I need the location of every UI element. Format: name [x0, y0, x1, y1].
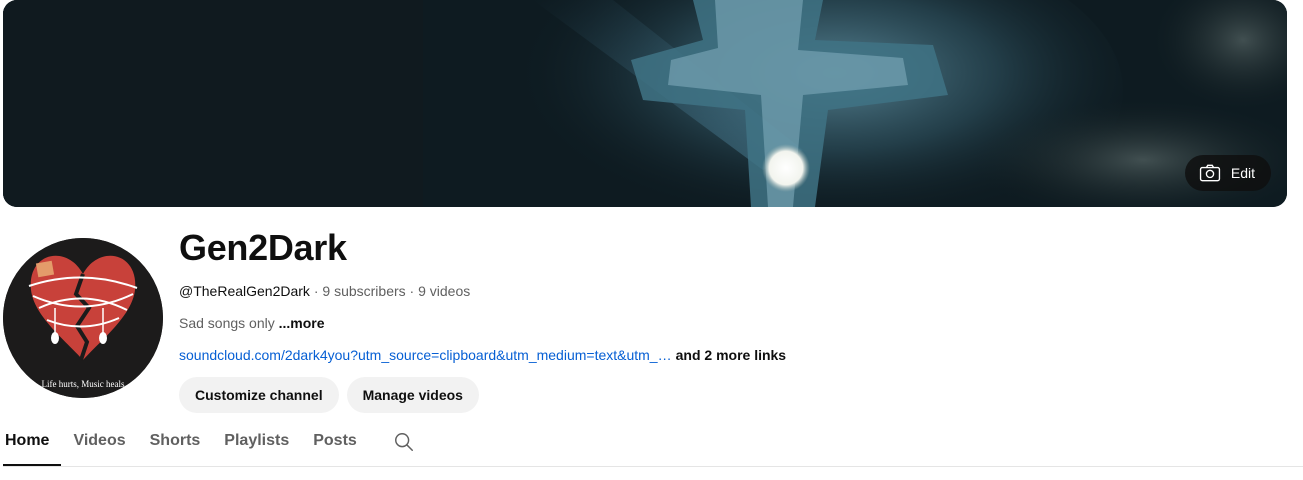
soundcloud-link[interactable]: soundcloud.com/2dark4you?utm_source=clip…: [179, 347, 672, 363]
camera-icon: [1199, 164, 1220, 182]
video-count: 9 videos: [418, 283, 471, 299]
tab-shorts[interactable]: Shorts: [138, 420, 213, 466]
tab-home[interactable]: Home: [3, 420, 62, 466]
channel-info: Gen2Dark @TheRealGen2Dark · 9 subscriber…: [179, 228, 1279, 413]
channel-avatar[interactable]: Life hurts, Music heals: [3, 238, 163, 398]
avatar-caption: Life hurts, Music heals: [41, 379, 125, 389]
edit-label: Edit: [1230, 165, 1255, 181]
tab-videos[interactable]: Videos: [61, 420, 137, 466]
edit-banner-button[interactable]: Edit: [1184, 155, 1271, 191]
channel-handle[interactable]: @TheRealGen2Dark: [179, 283, 310, 299]
manage-videos-button[interactable]: Manage videos: [346, 377, 479, 413]
meta-separator: ·: [309, 283, 323, 299]
channel-actions: Customize channel Manage videos: [179, 377, 1279, 413]
tab-posts[interactable]: Posts: [301, 420, 369, 466]
channel-name: Gen2Dark: [179, 227, 347, 268]
subscriber-count: 9 subscribers: [322, 283, 406, 299]
channel-description[interactable]: Sad songs only ...more: [179, 313, 1279, 333]
customize-channel-button[interactable]: Customize channel: [179, 377, 339, 413]
tab-playlists[interactable]: Playlists: [212, 420, 301, 466]
channel-tabs: Home Videos Shorts Playlists Posts: [3, 420, 1303, 467]
tab-search-button[interactable]: [369, 420, 427, 466]
description-text: Sad songs only: [179, 315, 279, 331]
banner-image: [3, 0, 1287, 207]
channel-meta: @TheRealGen2Dark · 9 subscribers · 9 vid…: [179, 281, 1279, 301]
search-icon: [394, 433, 413, 451]
more-links-button[interactable]: and 2 more links: [676, 347, 786, 363]
channel-banner: Edit: [3, 0, 1287, 207]
broken-heart-logo: [3, 238, 163, 398]
meta-separator: ·: [405, 283, 419, 299]
channel-links: soundcloud.com/2dark4you?utm_source=clip…: [179, 345, 1279, 365]
description-more-link[interactable]: ...more: [279, 315, 325, 331]
